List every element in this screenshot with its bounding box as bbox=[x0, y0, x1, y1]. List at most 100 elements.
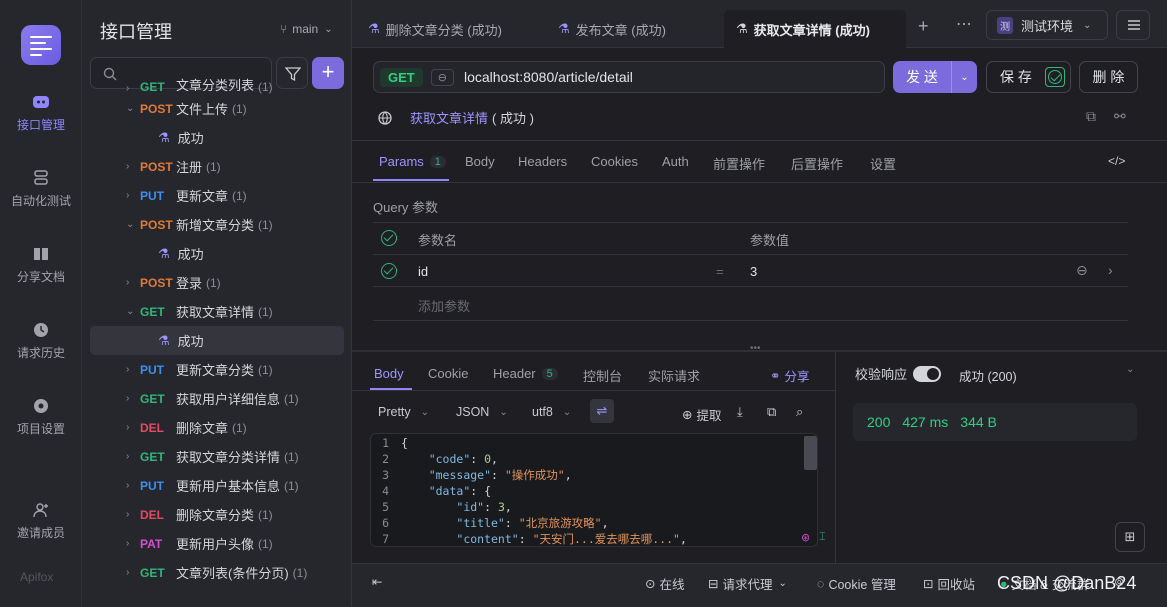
param-value-input[interactable]: 3 bbox=[750, 264, 757, 279]
tree-api-item[interactable]: › GET 文章列表(条件分页) (1) bbox=[82, 558, 352, 587]
rail-item-history[interactable]: 请求历史 bbox=[0, 322, 82, 361]
send-button[interactable]: 发 送 ⌄ bbox=[893, 61, 977, 93]
tree-api-item[interactable]: › POST 登录 (1) bbox=[82, 268, 352, 297]
request-name[interactable]: 获取文章详情 bbox=[410, 108, 488, 127]
response-code-editor[interactable]: 1{2 "code": 0,3 "message": "操作成功", 4 "dat… bbox=[370, 433, 818, 547]
resp-tab-console[interactable]: 控制台 bbox=[583, 366, 622, 385]
select-all-checkbox[interactable] bbox=[381, 230, 397, 246]
method-selector[interactable]: GET bbox=[380, 67, 423, 87]
tree-api-item[interactable]: ⌄ POST 文件上传 (1) bbox=[82, 94, 352, 123]
tree-api-item[interactable]: › PUT 更新文章分类 (1) bbox=[82, 355, 352, 384]
save-button[interactable]: 保 存 bbox=[986, 61, 1071, 93]
tree-api-item[interactable]: › GET 获取用户详细信息 (1) bbox=[82, 384, 352, 413]
rail-item-docs[interactable]: 分享文档 bbox=[0, 246, 82, 285]
code-icon[interactable]: </> bbox=[1108, 154, 1125, 168]
more-tabs-button[interactable]: ⋯ bbox=[956, 14, 972, 34]
tab-headers[interactable]: Headers bbox=[518, 154, 567, 169]
validate-response-toggle[interactable]: 校验响应 bbox=[855, 364, 942, 383]
chevron-down-icon[interactable]: ⌄ bbox=[126, 103, 140, 114]
tree-api-item[interactable]: › PAT 更新用户头像 (1) bbox=[82, 529, 352, 558]
toggle-switch[interactable] bbox=[913, 365, 942, 382]
chevron-right-icon[interactable]: › bbox=[126, 509, 140, 520]
chevron-down-icon[interactable]: ⌄ bbox=[126, 219, 140, 230]
chevron-right-icon[interactable]: › bbox=[126, 451, 140, 462]
chevron-down-icon[interactable]: ⌄ bbox=[126, 306, 140, 317]
tree-case-item[interactable]: ⚗ 成功 bbox=[90, 326, 344, 355]
chevron-right-icon[interactable]: › bbox=[126, 480, 140, 491]
chevron-right-icon[interactable]: › bbox=[1108, 262, 1113, 278]
param-name-input[interactable]: id bbox=[418, 264, 428, 279]
chevron-right-icon[interactable]: › bbox=[126, 277, 140, 288]
chevron-right-icon[interactable]: › bbox=[126, 393, 140, 404]
delete-button[interactable]: 删 除 bbox=[1079, 61, 1138, 93]
code-gen-icon[interactable]: ⚯ bbox=[1114, 108, 1126, 125]
tree-api-item[interactable]: › PUT 更新用户基本信息 (1) bbox=[82, 471, 352, 500]
resp-tab-actual-request[interactable]: 实际请求 bbox=[648, 366, 700, 385]
tree-api-item[interactable]: ⌄ GET 获取文章详情 (1) bbox=[82, 297, 352, 326]
tab-params[interactable]: Params 1 bbox=[379, 154, 446, 169]
tab-settings[interactable]: 设置 bbox=[870, 154, 896, 173]
rail-item-invite[interactable]: 邀请成员 bbox=[0, 502, 82, 541]
recycle-bin[interactable]: ⊡ 回收站 bbox=[923, 574, 975, 593]
tab-get-article-detail[interactable]: ⚗ 获取文章详情 (成功) bbox=[724, 10, 906, 48]
format-selector[interactable]: Pretty ⌄ bbox=[378, 405, 429, 419]
chevron-right-icon[interactable]: › bbox=[126, 422, 140, 433]
send-dropdown[interactable]: ⌄ bbox=[951, 61, 977, 93]
resp-tab-cookie[interactable]: Cookie bbox=[428, 366, 468, 381]
extract-button[interactable]: ⊕ 提取 bbox=[682, 405, 722, 424]
menu-button[interactable] bbox=[1116, 10, 1150, 40]
search-response-icon[interactable]: ⌕ bbox=[796, 404, 803, 420]
chevron-right-icon[interactable]: › bbox=[126, 161, 140, 172]
tree-api-item[interactable]: › DEL 删除文章 (1) bbox=[82, 413, 352, 442]
environment-selector[interactable]: 测 测试环境 ⌄ bbox=[986, 10, 1108, 40]
save-check-icon[interactable] bbox=[1045, 67, 1065, 87]
request-proxy[interactable]: ⊟ 请求代理 ⌄ bbox=[708, 574, 787, 593]
online-status[interactable]: ⊙ 在线 bbox=[645, 574, 685, 593]
tree-api-item[interactable]: › POST 注册 (1) bbox=[82, 152, 352, 181]
copy-icon[interactable]: ⧉ bbox=[1086, 108, 1096, 125]
new-tab-button[interactable]: + bbox=[918, 16, 929, 37]
tree-api-item[interactable]: ⌄ POST 新增文章分类 (1) bbox=[82, 210, 352, 239]
copy-response-icon[interactable]: ⧉ bbox=[767, 404, 776, 420]
resp-tab-header[interactable]: Header 5 bbox=[493, 366, 558, 381]
format-icon[interactable]: ⌶ bbox=[819, 531, 826, 544]
share-button[interactable]: ⚭ 分享 bbox=[770, 366, 810, 385]
tab-delete-category[interactable]: ⚗ 删除文章分类 (成功) bbox=[368, 10, 548, 48]
tab-pre-script[interactable]: 前置操作 bbox=[713, 154, 765, 173]
chevron-right-icon[interactable]: › bbox=[126, 538, 140, 549]
tree-api-item[interactable]: › GET 文章分类列表 (1) bbox=[82, 78, 352, 94]
url-input[interactable]: localhost:8080/article/detail bbox=[464, 69, 633, 85]
help-icon[interactable]: ⊚ bbox=[1114, 574, 1124, 589]
chevron-right-icon[interactable]: › bbox=[126, 567, 140, 578]
remove-param-icon[interactable]: ⊖ bbox=[1076, 262, 1088, 279]
chevron-down-icon[interactable]: ⌄ bbox=[1126, 364, 1134, 375]
tree-api-item[interactable]: › GET 获取文章分类详情 (1) bbox=[82, 442, 352, 471]
encoding-selector[interactable]: utf8 ⌄ bbox=[532, 405, 571, 419]
tree-api-item[interactable]: › DEL 删除文章分类 (1) bbox=[82, 500, 352, 529]
tree-api-item[interactable]: › PUT 更新文章 (1) bbox=[82, 181, 352, 210]
editor-scrollbar[interactable] bbox=[804, 436, 817, 470]
rail-item-settings[interactable]: 项目设置 bbox=[0, 398, 82, 437]
chevron-right-icon[interactable]: › bbox=[126, 364, 140, 375]
param-enabled-checkbox[interactable] bbox=[381, 263, 397, 279]
chevron-right-icon[interactable]: › bbox=[126, 190, 140, 201]
tab-post-script[interactable]: 后置操作 bbox=[791, 154, 843, 173]
rail-item-api[interactable]: 接口管理 bbox=[0, 94, 82, 133]
wrap-lines-icon[interactable]: ⇌ bbox=[590, 399, 614, 423]
branch-selector[interactable]: ⑂ main ⌄ bbox=[280, 22, 333, 36]
collapse-sidebar-icon[interactable]: ⇤ bbox=[372, 574, 382, 589]
tab-cookies[interactable]: Cookies bbox=[591, 154, 638, 169]
ai-icon[interactable]: ⊛ bbox=[801, 531, 810, 544]
lang-selector[interactable]: JSON ⌄ bbox=[456, 405, 508, 419]
tree-case-item[interactable]: ⚗ 成功 bbox=[82, 123, 352, 152]
resp-tab-body[interactable]: Body bbox=[374, 366, 404, 381]
tab-publish-article[interactable]: ⚗ 发布文章 (成功) bbox=[558, 10, 713, 48]
tree-case-item[interactable]: ⚗ 成功 bbox=[82, 239, 352, 268]
chevron-right-icon[interactable]: › bbox=[126, 83, 140, 94]
link-icon[interactable]: ⊖ bbox=[430, 68, 454, 86]
tab-auth[interactable]: Auth bbox=[662, 154, 689, 169]
rail-item-automation[interactable]: 自动化测试 bbox=[0, 170, 82, 209]
cookie-manager[interactable]: ◌ Cookie 管理 bbox=[817, 574, 896, 593]
add-param-input[interactable]: 添加参数 bbox=[418, 296, 470, 315]
layout-toggle-icon[interactable]: ⊞ bbox=[1115, 522, 1145, 552]
